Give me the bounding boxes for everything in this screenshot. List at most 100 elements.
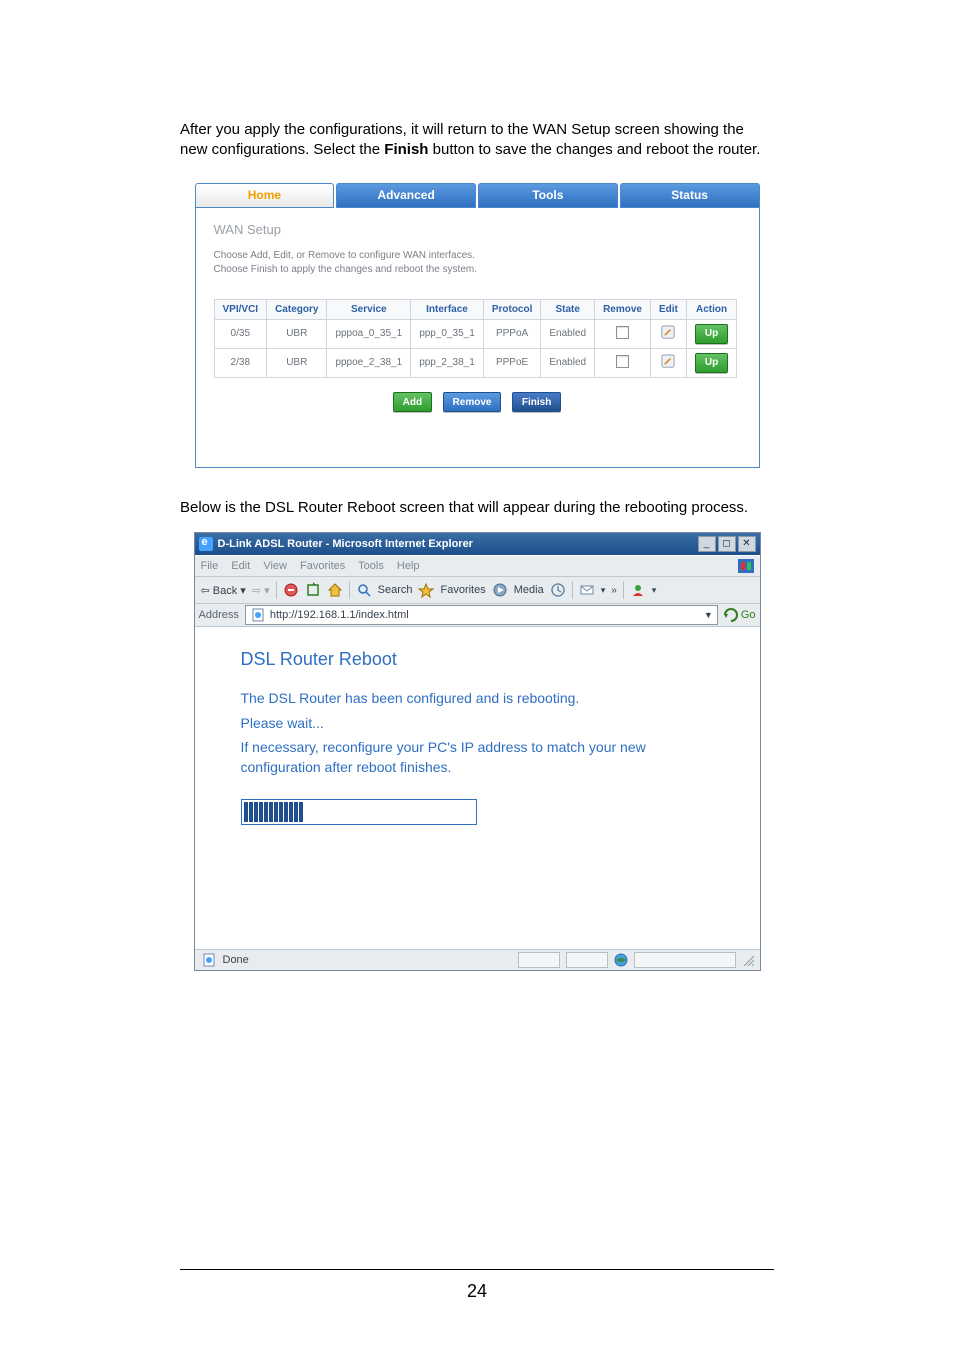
favorites-icon[interactable] (418, 582, 434, 598)
tab-tools[interactable]: Tools (478, 183, 618, 208)
tab-status[interactable]: Status (620, 183, 760, 208)
col-state: State (541, 299, 595, 319)
cell-state: Enabled (541, 348, 595, 377)
cell-vpivci: 2/38 (214, 348, 267, 377)
search-icon[interactable] (356, 582, 372, 598)
table-row: 0/35 UBR pppoa_0_35_1 ppp_0_35_1 PPPoA E… (214, 319, 737, 348)
go-button[interactable]: Go (724, 608, 756, 622)
forward-button[interactable]: ⇨ ▾ (252, 584, 270, 597)
toolbar-more-icon[interactable]: » (611, 585, 617, 596)
menu-favorites[interactable]: Favorites (300, 560, 345, 572)
wan-setup-screenshot: Home Advanced Tools Status WAN Setup Cho… (195, 183, 760, 469)
cell-edit[interactable] (650, 319, 686, 348)
col-remove: Remove (595, 299, 651, 319)
menu-view[interactable]: View (263, 560, 287, 572)
below-paragraph: Below is the DSL Router Reboot screen th… (180, 498, 774, 518)
tab-tools-label: Tools (532, 188, 563, 202)
resize-grip-icon[interactable] (742, 954, 754, 966)
cell-remove[interactable] (595, 319, 651, 348)
tab-home[interactable]: Home (195, 183, 335, 208)
cell-category: UBR (267, 348, 327, 377)
history-icon[interactable] (550, 582, 566, 598)
ie-title-text: D-Link ADSL Router - Microsoft Internet … (218, 538, 473, 550)
intro-text-after: button to save the changes and reboot th… (428, 141, 760, 158)
tab-advanced-label: Advanced (377, 188, 434, 202)
menu-tools[interactable]: Tools (358, 560, 384, 572)
refresh-icon[interactable] (305, 582, 321, 598)
status-pane (518, 952, 560, 968)
up-button[interactable]: Up (695, 353, 728, 373)
maximize-button[interactable]: ◻ (718, 536, 736, 552)
address-dropdown-icon[interactable]: ▼ (704, 610, 713, 620)
col-vpivci: VPI/VCI (214, 299, 267, 319)
cell-action[interactable]: Up (686, 348, 736, 377)
ie-titlebar: D-Link ADSL Router - Microsoft Internet … (195, 533, 760, 555)
col-action: Action (686, 299, 736, 319)
ie-window: D-Link ADSL Router - Microsoft Internet … (194, 532, 761, 971)
cell-action[interactable]: Up (686, 319, 736, 348)
table-row: 2/38 UBR pppoe_2_38_1 ppp_2_38_1 PPPoE E… (214, 348, 737, 377)
remove-checkbox[interactable] (616, 326, 629, 339)
ie-status-bar: Done (195, 949, 760, 970)
col-category: Category (267, 299, 327, 319)
mail-dropdown-icon[interactable]: ▾ (601, 585, 606, 596)
media-icon[interactable] (492, 582, 508, 598)
status-text: Done (223, 954, 249, 966)
go-label: Go (741, 609, 756, 621)
cell-state: Enabled (541, 319, 595, 348)
minimize-button[interactable]: _ (698, 536, 716, 552)
home-icon[interactable] (327, 582, 343, 598)
col-protocol: Protocol (483, 299, 541, 319)
button-row: Add Remove Finish (214, 392, 741, 413)
reboot-heading: DSL Router Reboot (241, 649, 726, 670)
page-number: 24 (0, 1281, 954, 1302)
media-label[interactable]: Media (514, 584, 544, 596)
internet-zone-icon (614, 953, 628, 967)
add-button[interactable]: Add (393, 392, 432, 412)
menu-help[interactable]: Help (397, 560, 420, 572)
ie-content: DSL Router Reboot The DSL Router has bee… (195, 627, 760, 949)
table-header-row: VPI/VCI Category Service Interface Proto… (214, 299, 737, 319)
wan-table: VPI/VCI Category Service Interface Proto… (214, 299, 738, 378)
reboot-line1: The DSL Router has been configured and i… (241, 688, 726, 708)
menu-file[interactable]: File (201, 560, 219, 572)
address-field[interactable]: http://192.168.1.1/index.html ▼ (245, 605, 718, 625)
search-label[interactable]: Search (378, 584, 413, 596)
stop-icon[interactable] (283, 582, 299, 598)
favorites-label[interactable]: Favorites (440, 584, 485, 596)
menu-edit[interactable]: Edit (231, 560, 250, 572)
close-button[interactable]: ✕ (738, 536, 756, 552)
remove-checkbox[interactable] (616, 355, 629, 368)
messenger-dropdown-icon[interactable]: ▾ (652, 585, 657, 596)
edit-icon[interactable] (661, 325, 675, 339)
status-pane (566, 952, 608, 968)
wan-desc-line2: Choose Finish to apply the changes and r… (214, 264, 478, 275)
zone-indicator (614, 953, 628, 967)
edit-icon[interactable] (661, 354, 675, 368)
wan-desc-line1: Choose Add, Edit, or Remove to configure… (214, 250, 475, 261)
cell-vpivci: 0/35 (214, 319, 267, 348)
back-button[interactable]: ⇦ Back ▾ (201, 584, 246, 597)
wan-desc: Choose Add, Edit, or Remove to configure… (214, 249, 741, 277)
cell-interface: ppp_0_35_1 (411, 319, 484, 348)
wan-panel: WAN Setup Choose Add, Edit, or Remove to… (195, 208, 760, 469)
tab-status-label: Status (671, 188, 708, 202)
cell-remove[interactable] (595, 348, 651, 377)
mail-icon[interactable] (579, 582, 595, 598)
tab-bar: Home Advanced Tools Status (195, 183, 760, 208)
tab-advanced[interactable]: Advanced (336, 183, 476, 208)
cell-interface: ppp_2_38_1 (411, 348, 484, 377)
back-label: Back (213, 585, 237, 597)
intro-paragraph: After you apply the configurations, it w… (180, 120, 774, 161)
ie-menubar: File Edit View Favorites Tools Help (195, 555, 760, 577)
messenger-icon[interactable] (630, 582, 646, 598)
remove-button[interactable]: Remove (443, 392, 502, 412)
cell-category: UBR (267, 319, 327, 348)
wan-title: WAN Setup (214, 222, 741, 237)
footer-divider (180, 1269, 774, 1270)
col-service: Service (327, 299, 411, 319)
cell-edit[interactable] (650, 348, 686, 377)
reboot-line2: Please wait... (241, 713, 726, 733)
finish-button[interactable]: Finish (512, 392, 561, 412)
up-button[interactable]: Up (695, 324, 728, 344)
